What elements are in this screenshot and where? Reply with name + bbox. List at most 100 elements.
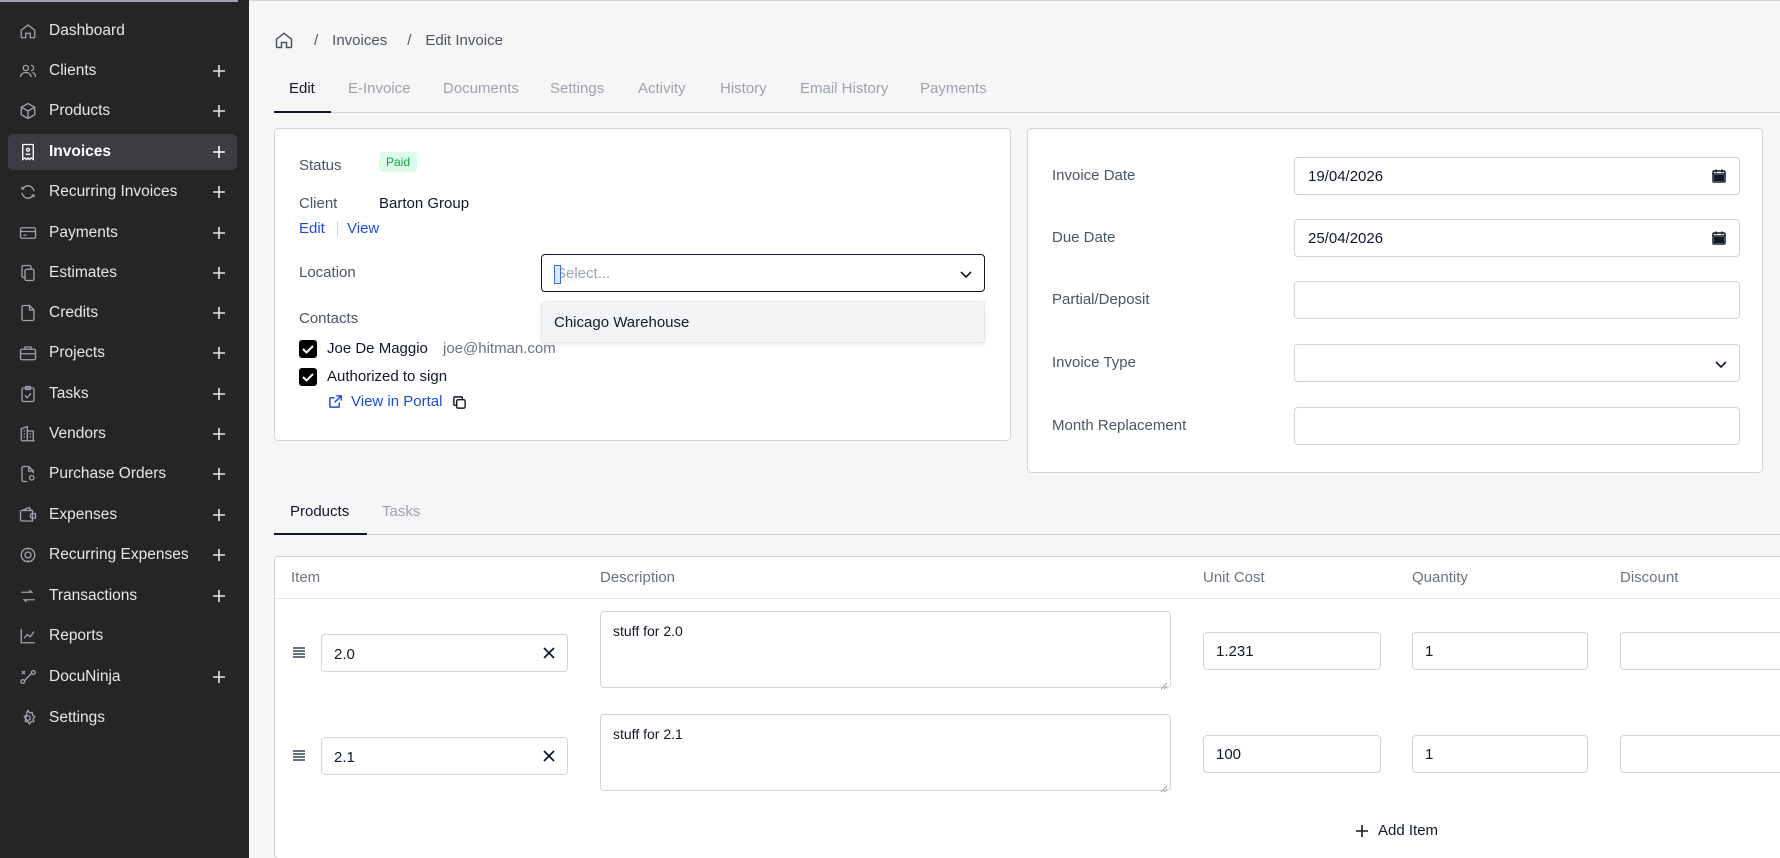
tab-edit[interactable]: Edit	[289, 80, 315, 97]
tab-settings[interactable]: Settings	[550, 80, 604, 97]
file-icon	[19, 304, 37, 322]
item-value: 2.1	[334, 749, 355, 766]
gear-icon	[19, 709, 37, 727]
unit-cost-value: 1.231	[1216, 643, 1254, 660]
discount-input[interactable]	[1620, 735, 1780, 773]
sidebar-item-payments[interactable]: Payments	[8, 215, 237, 251]
add-item-button[interactable]: Add Item	[1354, 822, 1438, 839]
plus-icon[interactable]	[211, 386, 227, 402]
discount-input[interactable]	[1620, 632, 1780, 670]
sidebar-item-dashboard[interactable]: Dashboard	[8, 13, 237, 49]
sidebar-item-label: Credits	[49, 304, 99, 321]
resize-grip-icon[interactable]	[1160, 780, 1168, 793]
description-value: stuff for 2.0	[613, 623, 683, 639]
sidebar-item-credits[interactable]: Credits	[8, 295, 237, 331]
sidebar-item-recurring-invoices[interactable]: Recurring Invoices	[8, 174, 237, 210]
tab-e-invoice[interactable]: E-Invoice	[348, 80, 411, 97]
tab-activity[interactable]: Activity	[638, 80, 686, 97]
sidebar-item-label: Settings	[49, 709, 106, 726]
description-textarea[interactable]: stuff for 2.1	[600, 714, 1171, 793]
sidebar-item-clients[interactable]: Clients	[8, 53, 237, 89]
month-replacement-input[interactable]	[1294, 407, 1740, 445]
plus-icon[interactable]	[211, 466, 227, 482]
breadcrumb-invoices[interactable]: Invoices	[332, 32, 387, 49]
tab-tasks[interactable]: Tasks	[382, 503, 420, 520]
sidebar-item-products[interactable]: Products	[8, 93, 237, 129]
plus-icon[interactable]	[211, 225, 227, 241]
refresh-icon	[19, 183, 37, 201]
plus-icon[interactable]	[211, 588, 227, 604]
client-view-link[interactable]: View	[347, 220, 379, 237]
close-icon[interactable]	[541, 645, 557, 661]
sidebar-item-recurring-expenses[interactable]: Recurring Expenses	[8, 537, 237, 573]
resize-grip-icon[interactable]	[1160, 677, 1168, 690]
sidebar-item-reports[interactable]: Reports	[8, 618, 237, 654]
contact-checkbox[interactable]	[299, 340, 317, 358]
plus-icon[interactable]	[211, 144, 227, 160]
sidebar-top-divider	[0, 0, 238, 2]
plus-icon[interactable]	[211, 103, 227, 119]
sidebar-item-label: Reports	[49, 627, 104, 644]
authorized-checkbox[interactable]	[299, 368, 317, 386]
quantity-input[interactable]: 1	[1412, 632, 1588, 670]
item-input[interactable]: 2.0	[321, 634, 568, 672]
plus-icon[interactable]	[211, 345, 227, 361]
invoice-date-field[interactable]: 19/04/2026	[1294, 157, 1740, 195]
unit-cost-input[interactable]: 100	[1203, 735, 1381, 773]
sidebar-item-label: DocuNinja	[49, 668, 121, 685]
tab-documents[interactable]: Documents	[443, 80, 519, 97]
location-option[interactable]: Chicago Warehouse	[554, 314, 689, 331]
quantity-input[interactable]: 1	[1412, 735, 1588, 773]
tab-email-history[interactable]: Email History	[800, 80, 888, 97]
plus-icon[interactable]	[211, 669, 227, 685]
sidebar-item-vendors[interactable]: Vendors	[8, 416, 237, 452]
due-date-field[interactable]: 25/04/2026	[1294, 219, 1740, 257]
sidebar-item-expenses[interactable]: Expenses	[8, 497, 237, 533]
drag-handle-icon[interactable]	[291, 644, 307, 660]
invoice-type-label: Invoice Type	[1052, 354, 1136, 371]
description-textarea[interactable]: stuff for 2.0	[600, 611, 1171, 690]
plus-icon[interactable]	[211, 184, 227, 200]
sidebar-item-label: Tasks	[49, 385, 89, 402]
plus-icon[interactable]	[211, 265, 227, 281]
contacts-label: Contacts	[299, 310, 359, 327]
column-header-discount: Discount	[1620, 569, 1679, 586]
client-edit-link[interactable]: Edit	[299, 220, 325, 237]
view-in-portal-link[interactable]: View in Portal	[351, 393, 442, 410]
calendar-icon[interactable]	[1711, 230, 1727, 246]
sidebar-item-docuninja[interactable]: DocuNinja	[8, 659, 237, 695]
sidebar-item-settings[interactable]: Settings	[8, 700, 237, 736]
sidebar-item-purchase-orders[interactable]: Purchase Orders	[8, 456, 237, 492]
sidebar-item-label: Clients	[49, 62, 97, 79]
plus-icon[interactable]	[211, 507, 227, 523]
calendar-icon[interactable]	[1711, 168, 1727, 184]
sidebar-item-estimates[interactable]: Estimates	[8, 255, 237, 291]
authorized-label: Authorized to sign	[327, 368, 448, 385]
item-input[interactable]: 2.1	[321, 737, 568, 775]
plus-icon[interactable]	[211, 426, 227, 442]
tab-products[interactable]: Products	[290, 503, 349, 520]
breadcrumb-current: Edit Invoice	[425, 31, 503, 49]
invoice-type-select[interactable]	[1294, 344, 1740, 382]
partial-deposit-input[interactable]	[1294, 281, 1740, 319]
drag-handle-icon[interactable]	[291, 747, 307, 763]
tab-history[interactable]: History	[720, 80, 767, 97]
home-icon[interactable]	[274, 30, 294, 50]
sidebar-item-label: Recurring Expenses	[49, 546, 189, 563]
close-icon[interactable]	[541, 748, 557, 764]
sidebar-item-projects[interactable]: Projects	[8, 335, 237, 371]
sidebar-item-transactions[interactable]: Transactions	[8, 578, 237, 614]
column-header-unit-cost: Unit Cost	[1203, 569, 1265, 586]
sidebar-item-label: Invoices	[49, 143, 112, 160]
location-label: Location	[299, 264, 356, 281]
plus-icon[interactable]	[211, 63, 227, 79]
quantity-value: 1	[1425, 643, 1434, 660]
tab-payments[interactable]: Payments	[920, 80, 987, 97]
plus-icon[interactable]	[211, 305, 227, 321]
location-select[interactable]: Select...	[541, 254, 985, 292]
copy-icon[interactable]	[452, 395, 467, 410]
unit-cost-input[interactable]: 1.231	[1203, 632, 1381, 670]
sidebar-item-tasks[interactable]: Tasks	[8, 376, 237, 412]
sidebar-item-invoices[interactable]: Invoices	[8, 134, 237, 170]
plus-icon[interactable]	[211, 547, 227, 563]
